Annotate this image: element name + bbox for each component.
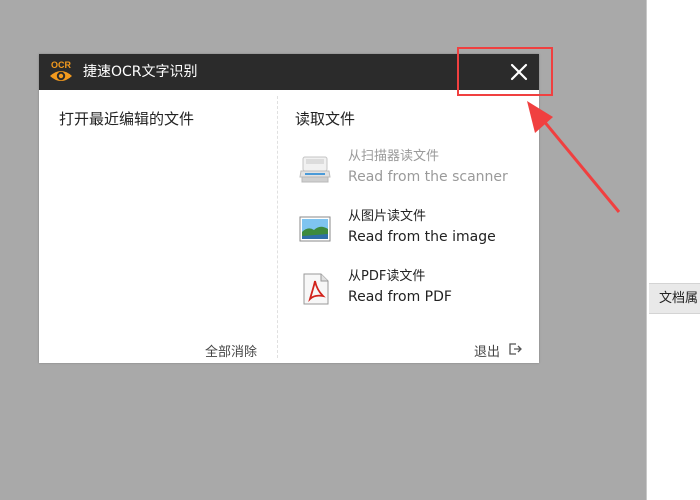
read-from-image-option[interactable]: 从图片读文件 Read from the image bbox=[298, 208, 523, 252]
exit-label: 退出 bbox=[474, 345, 501, 360]
ocr-dialog: OCR 捷速OCR文字识别 打开最近编辑的文件 全部消除 读取文件 从扫描器读文… bbox=[39, 54, 539, 363]
scanner-option-cn-label: 从扫描器读文件 bbox=[348, 149, 440, 164]
svg-text:OCR: OCR bbox=[51, 60, 72, 70]
recent-files-panel: 打开最近编辑的文件 全部消除 bbox=[39, 90, 277, 363]
exit-icon bbox=[509, 343, 522, 355]
scanner-option-en-label: Read from the scanner bbox=[348, 169, 508, 185]
pdf-option-cn-label: 从PDF读文件 bbox=[348, 269, 426, 284]
dialog-title: 捷速OCR文字识别 bbox=[83, 64, 198, 80]
close-button-highlight bbox=[457, 47, 553, 96]
clear-all-button[interactable]: 全部消除 bbox=[205, 341, 257, 360]
image-option-en-label: Read from the image bbox=[348, 229, 496, 245]
scanner-icon bbox=[299, 156, 331, 183]
image-icon bbox=[299, 216, 331, 242]
read-from-pdf-option[interactable]: 从PDF读文件 Read from PDF bbox=[298, 268, 523, 312]
background-app-panel: 文档属 bbox=[647, 0, 700, 500]
document-properties-tab[interactable]: 文档属 bbox=[649, 283, 700, 314]
recent-files-heading: 打开最近编辑的文件 bbox=[59, 110, 195, 128]
image-option-cn-label: 从图片读文件 bbox=[348, 209, 427, 224]
read-file-panel: 读取文件 从扫描器读文件 Read from the scanner 从图片读文… bbox=[278, 90, 539, 363]
read-from-scanner-option[interactable]: 从扫描器读文件 Read from the scanner bbox=[298, 148, 523, 192]
ocr-eye-logo-icon: OCR bbox=[50, 60, 72, 81]
pdf-option-en-label: Read from PDF bbox=[348, 289, 452, 305]
pdf-icon bbox=[303, 273, 329, 305]
read-file-heading: 读取文件 bbox=[295, 110, 356, 128]
